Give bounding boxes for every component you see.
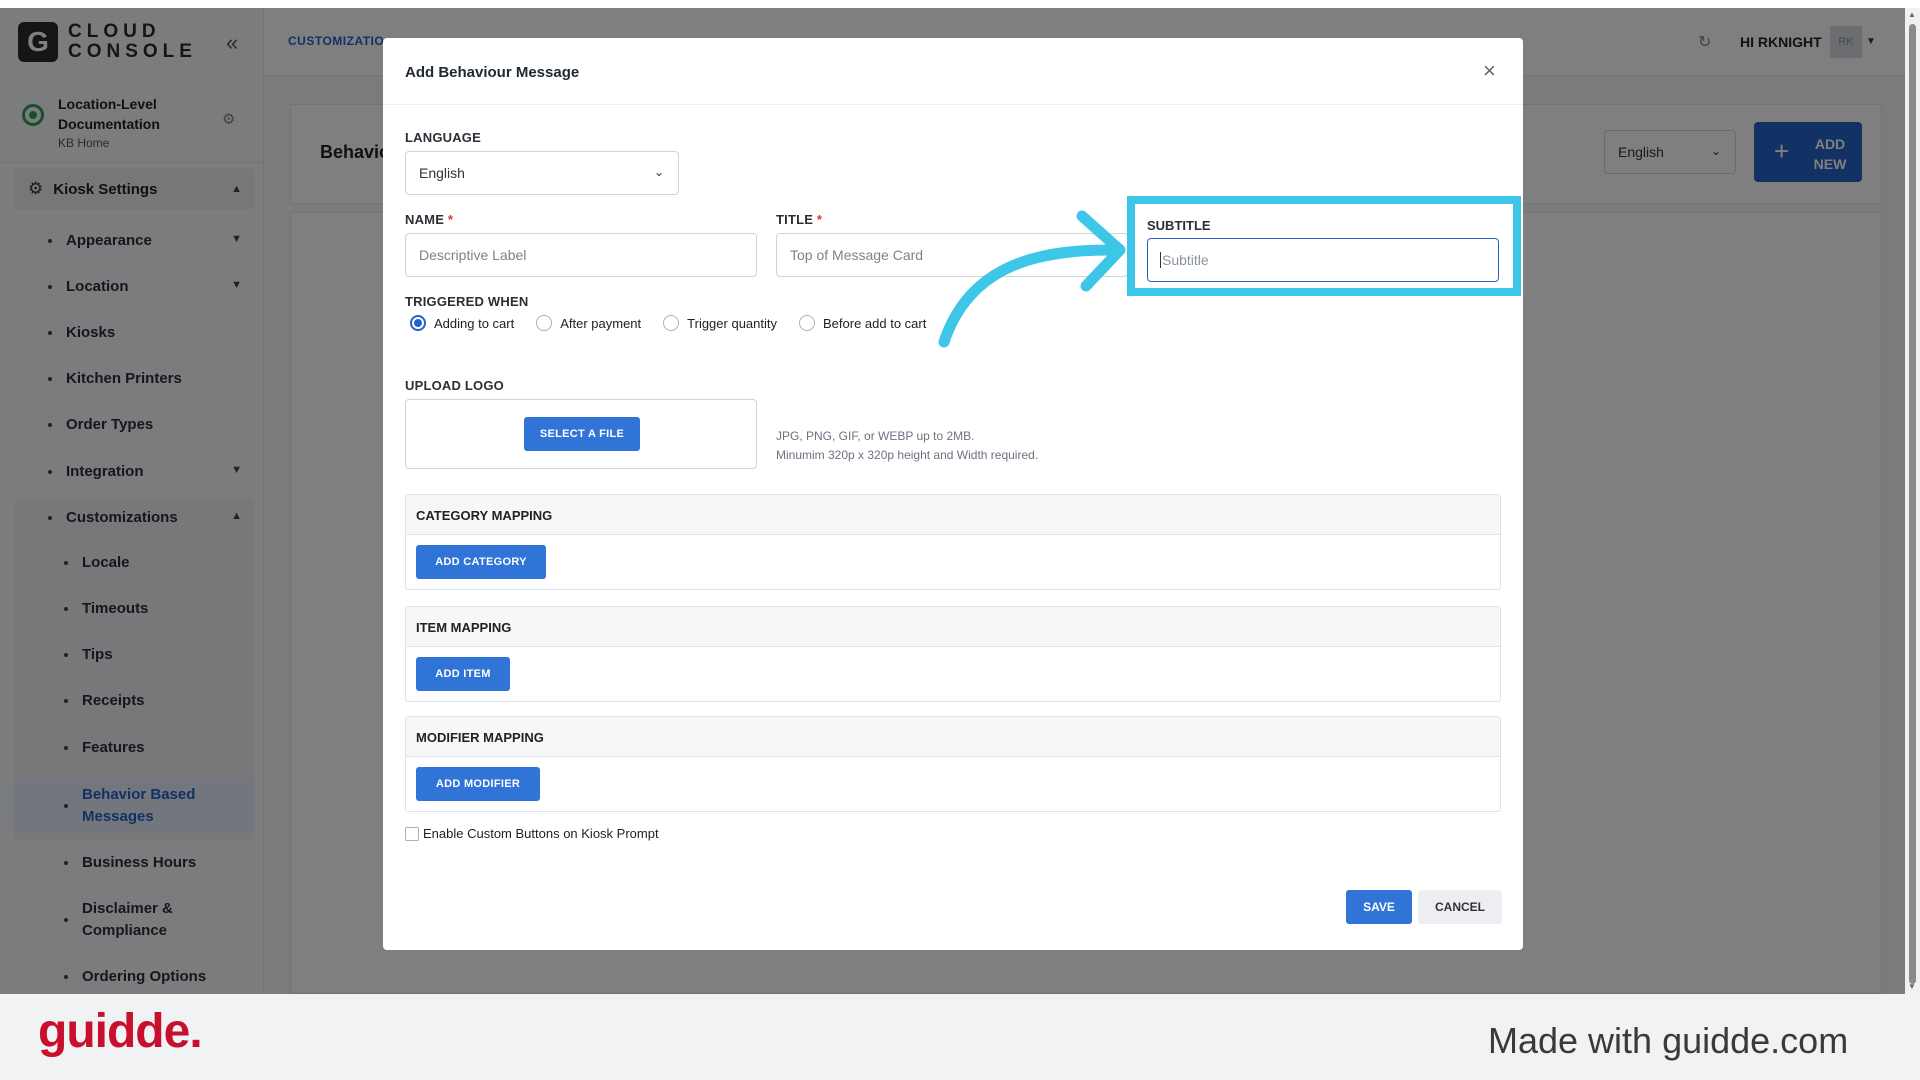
scroll-up-icon[interactable]: ▲ [1908, 10, 1916, 19]
modal-title: Add Behaviour Message [405, 64, 580, 81]
subtitle-highlight: SUBTITLE Subtitle [1127, 196, 1521, 296]
radio-after-payment[interactable]: After payment [536, 315, 641, 331]
upload-hint: JPG, PNG, GIF, or WEBP up to 2MB. Minumim… [776, 429, 1039, 462]
upload-logo-label: UPLOAD LOGO [405, 378, 504, 393]
made-with-text: Made with guidde.com [1488, 1020, 1849, 1061]
cancel-button[interactable]: CANCEL [1418, 890, 1502, 924]
select-file-button[interactable]: SELECT A FILE [524, 417, 640, 451]
upload-dropzone[interactable]: SELECT A FILE [405, 399, 757, 469]
pointer-arrow-icon [938, 210, 1126, 348]
radio-before-add-to-cart[interactable]: Before add to cart [799, 315, 926, 331]
custom-buttons-checkbox[interactable]: Enable Custom Buttons on Kiosk Prompt [405, 826, 659, 841]
title-label: TITLE * [776, 212, 823, 227]
radio-trigger-quantity[interactable]: Trigger quantity [663, 315, 777, 331]
add-category-button[interactable]: ADD CATEGORY [416, 545, 546, 579]
category-mapping-heading: CATEGORY MAPPING [406, 495, 1500, 535]
save-button[interactable]: SAVE [1346, 890, 1412, 924]
chevron-down-icon: ⌄ [653, 165, 664, 179]
divider [383, 104, 1523, 105]
trigger-radio-group: Adding to cart After payment Trigger qua… [410, 315, 948, 331]
scrollbar-thumb[interactable] [1909, 24, 1916, 984]
scroll-down-icon[interactable]: ▼ [1908, 982, 1916, 991]
modifier-mapping-section: MODIFIER MAPPING ADD MODIFIER [405, 716, 1501, 812]
name-input[interactable]: Descriptive Label [405, 233, 757, 277]
modifier-mapping-heading: MODIFIER MAPPING [406, 717, 1500, 757]
scrollbar[interactable]: ▲ ▼ [1905, 8, 1920, 994]
subtitle-label: SUBTITLE [1147, 218, 1211, 233]
item-mapping-heading: ITEM MAPPING [406, 607, 1500, 647]
guidde-logo: guidde. [38, 1005, 203, 1058]
item-mapping-section: ITEM MAPPING ADD ITEM [405, 606, 1501, 702]
top-strip [0, 0, 1920, 8]
language-label: LANGUAGE [405, 130, 481, 145]
app-window: G CLOUD CONSOLE « Location-Level Documen… [0, 8, 1905, 994]
radio-adding-to-cart[interactable]: Adding to cart [410, 315, 514, 331]
name-label: NAME * [405, 212, 454, 227]
subtitle-input[interactable]: Subtitle [1147, 238, 1499, 282]
add-item-button[interactable]: ADD ITEM [416, 657, 510, 691]
add-behaviour-message-modal: Add Behaviour Message × LANGUAGE English… [383, 38, 1523, 950]
language-select[interactable]: English ⌄ [405, 151, 679, 195]
triggered-when-label: TRIGGERED WHEN [405, 294, 529, 309]
close-icon[interactable]: × [1483, 58, 1496, 84]
add-modifier-button[interactable]: ADD MODIFIER [416, 767, 540, 801]
footer: guidde. Made with guidde.com [0, 994, 1920, 1080]
category-mapping-section: CATEGORY MAPPING ADD CATEGORY [405, 494, 1501, 590]
